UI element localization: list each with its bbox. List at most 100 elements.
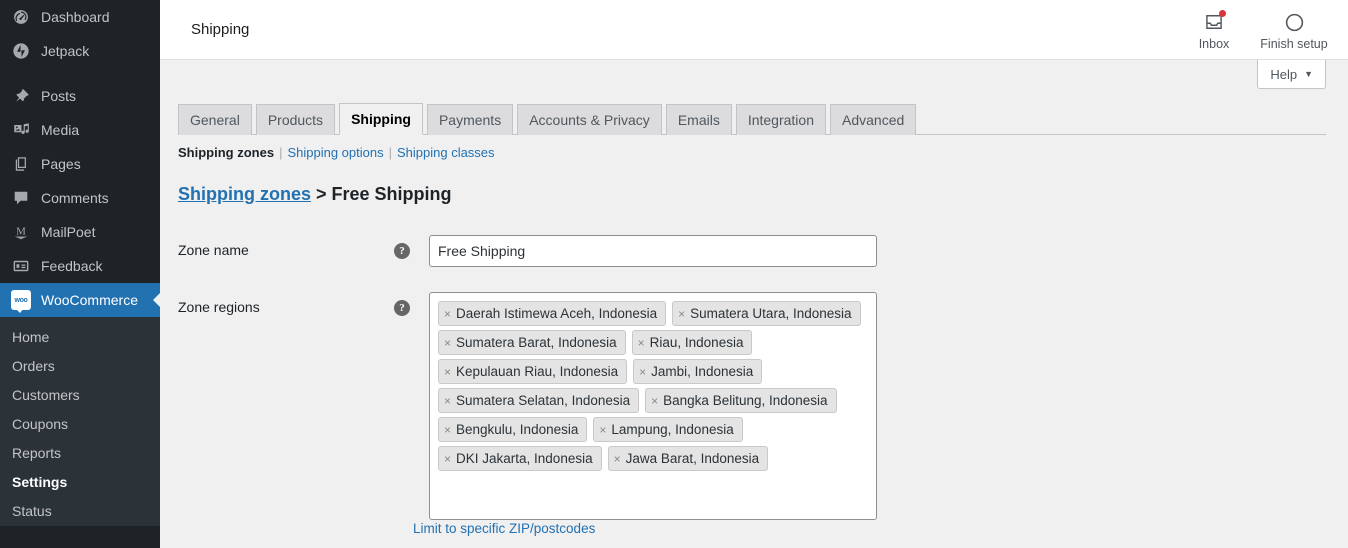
- pages-icon: [11, 154, 31, 174]
- region-tag-label: Sumatera Barat, Indonesia: [456, 335, 617, 350]
- sidebar-item-label: Comments: [41, 190, 109, 206]
- inbox-button[interactable]: Inbox: [1174, 0, 1254, 51]
- help-button[interactable]: Help ▼: [1257, 60, 1326, 89]
- region-tag[interactable]: × Kepulauan Riau, Indonesia: [438, 359, 628, 384]
- submenu-item-settings[interactable]: Settings: [0, 468, 160, 497]
- sidebar-item-label: Jetpack: [41, 43, 90, 59]
- region-tag[interactable]: × Riau, Indonesia: [631, 330, 753, 355]
- subnav-shipping-zones[interactable]: Shipping zones: [178, 145, 274, 160]
- sidebar-item-label: Media: [41, 122, 80, 138]
- remove-icon[interactable]: ×: [444, 394, 451, 408]
- sidebar-item-label: MailPoet: [41, 224, 96, 240]
- tab-emails[interactable]: Emails: [665, 104, 732, 135]
- region-tag[interactable]: × Sumatera Selatan, Indonesia: [438, 388, 640, 413]
- remove-icon[interactable]: ×: [651, 394, 658, 408]
- tab-integration[interactable]: Integration: [735, 104, 826, 135]
- remove-icon[interactable]: ×: [444, 365, 451, 379]
- subnav-shipping-options[interactable]: Shipping options: [287, 145, 383, 160]
- limit-to-zip-postcodes-link[interactable]: Limit to specific ZIP/postcodes: [413, 521, 595, 536]
- region-tag[interactable]: × Sumatera Utara, Indonesia: [672, 301, 861, 326]
- region-tag-label: Riau, Indonesia: [649, 335, 744, 350]
- remove-icon[interactable]: ×: [614, 452, 621, 466]
- woocommerce-submenu: Home Orders Customers Coupons Reports Se…: [0, 317, 160, 526]
- region-tag[interactable]: × Sumatera Barat, Indonesia: [438, 330, 626, 355]
- zone-name-input[interactable]: [429, 235, 877, 267]
- zone-regions-multiselect[interactable]: × Daerah Istimewa Aceh, Indonesia × Sumate…: [429, 292, 877, 520]
- breadcrumb-current: Free Shipping: [331, 184, 452, 204]
- region-tag[interactable]: × Lampung, Indonesia: [593, 417, 743, 442]
- zone-regions-label: Zone regions: [178, 299, 260, 315]
- help-tip-icon[interactable]: ?: [394, 300, 410, 316]
- remove-icon[interactable]: ×: [639, 365, 646, 379]
- region-tag-label: Bangka Belitung, Indonesia: [663, 393, 828, 408]
- subnav-separator: |: [388, 145, 392, 160]
- tab-general[interactable]: General: [178, 104, 252, 135]
- tab-payments[interactable]: Payments: [426, 104, 514, 135]
- sidebar-item-posts[interactable]: Posts: [0, 79, 160, 113]
- region-tag[interactable]: × Jambi, Indonesia: [633, 359, 763, 384]
- remove-icon[interactable]: ×: [638, 336, 645, 350]
- region-tag[interactable]: × Bengkulu, Indonesia: [438, 417, 588, 442]
- sidebar-item-feedback[interactable]: Feedback: [0, 249, 160, 283]
- sidebar-item-dashboard[interactable]: Dashboard: [0, 0, 160, 34]
- page-title: Shipping: [191, 21, 250, 38]
- finish-setup-button[interactable]: Finish setup: [1254, 0, 1334, 51]
- remove-icon[interactable]: ×: [444, 307, 451, 321]
- subnav-separator: |: [279, 145, 283, 160]
- breadcrumb-separator: >: [316, 184, 327, 204]
- tab-advanced[interactable]: Advanced: [830, 104, 917, 135]
- inbox-icon: [1202, 10, 1226, 34]
- remove-icon[interactable]: ×: [444, 423, 451, 437]
- region-tag-label: Jambi, Indonesia: [651, 364, 754, 379]
- svg-text:M: M: [16, 226, 26, 238]
- sidebar-item-mailpoet[interactable]: M MailPoet: [0, 215, 160, 249]
- sidebar-item-comments[interactable]: Comments: [0, 181, 160, 215]
- breadcrumb-shipping-zones-link[interactable]: Shipping zones: [178, 184, 311, 205]
- region-tag[interactable]: × DKI Jakarta, Indonesia: [438, 446, 602, 471]
- subnav-shipping-classes[interactable]: Shipping classes: [397, 145, 495, 160]
- finish-setup-label: Finish setup: [1260, 37, 1328, 51]
- sidebar-item-woocommerce[interactable]: woo WooCommerce: [0, 283, 160, 317]
- sidebar-item-label: Dashboard: [41, 9, 110, 25]
- submenu-item-home[interactable]: Home: [0, 323, 160, 352]
- region-tag-label: Sumatera Utara, Indonesia: [690, 306, 852, 321]
- tab-shipping[interactable]: Shipping: [339, 103, 423, 135]
- region-tag-label: Daerah Istimewa Aceh, Indonesia: [456, 306, 658, 321]
- settings-tabs: General Products Shipping Payments Accou…: [178, 100, 1326, 135]
- tab-accounts-privacy[interactable]: Accounts & Privacy: [517, 104, 662, 135]
- sidebar-item-label: Posts: [41, 88, 77, 104]
- sidebar-divider: [0, 68, 160, 79]
- woocommerce-icon: woo: [11, 290, 31, 313]
- shipping-subnav: Shipping zones | Shipping options | Ship…: [178, 145, 1348, 160]
- submenu-item-customers[interactable]: Customers: [0, 381, 160, 410]
- region-tag[interactable]: × Daerah Istimewa Aceh, Indonesia: [438, 301, 667, 326]
- header-actions: Inbox Finish setup: [1174, 0, 1334, 60]
- woo-logo-text: woo: [14, 296, 28, 304]
- sidebar-item-jetpack[interactable]: Jetpack: [0, 34, 160, 68]
- sidebar-item-media[interactable]: Media: [0, 113, 160, 147]
- help-tip-icon[interactable]: ?: [394, 243, 410, 259]
- region-tag-label: Bengkulu, Indonesia: [456, 422, 579, 437]
- zone-name-row: Zone name ?: [178, 235, 1348, 267]
- wordpress-admin-screen: Dashboard Jetpack Posts Media Pages Comm…: [0, 0, 1348, 548]
- remove-icon[interactable]: ×: [678, 307, 685, 321]
- region-tag-label: Lampung, Indonesia: [611, 422, 734, 437]
- tab-products[interactable]: Products: [255, 104, 336, 135]
- sidebar-item-pages[interactable]: Pages: [0, 147, 160, 181]
- remove-icon[interactable]: ×: [444, 336, 451, 350]
- sidebar-item-label: WooCommerce: [41, 292, 138, 308]
- region-tag[interactable]: × Jawa Barat, Indonesia: [607, 446, 769, 471]
- submenu-item-coupons[interactable]: Coupons: [0, 410, 160, 439]
- sidebar-item-label: Feedback: [41, 258, 103, 274]
- inbox-label: Inbox: [1198, 37, 1230, 51]
- submenu-item-reports[interactable]: Reports: [0, 439, 160, 468]
- main-content-area: Shipping Inbox Finish setup Help ▼ Gener…: [160, 0, 1348, 548]
- region-tag[interactable]: × Bangka Belitung, Indonesia: [645, 388, 837, 413]
- zone-regions-row: Zone regions ? × Daerah Istimewa Aceh, In…: [178, 292, 1348, 520]
- submenu-item-orders[interactable]: Orders: [0, 352, 160, 381]
- sidebar-item-label: Pages: [41, 156, 81, 172]
- remove-icon[interactable]: ×: [444, 452, 451, 466]
- remove-icon[interactable]: ×: [599, 423, 606, 437]
- settings-content: General Products Shipping Payments Accou…: [160, 100, 1348, 538]
- submenu-item-status[interactable]: Status: [0, 497, 160, 526]
